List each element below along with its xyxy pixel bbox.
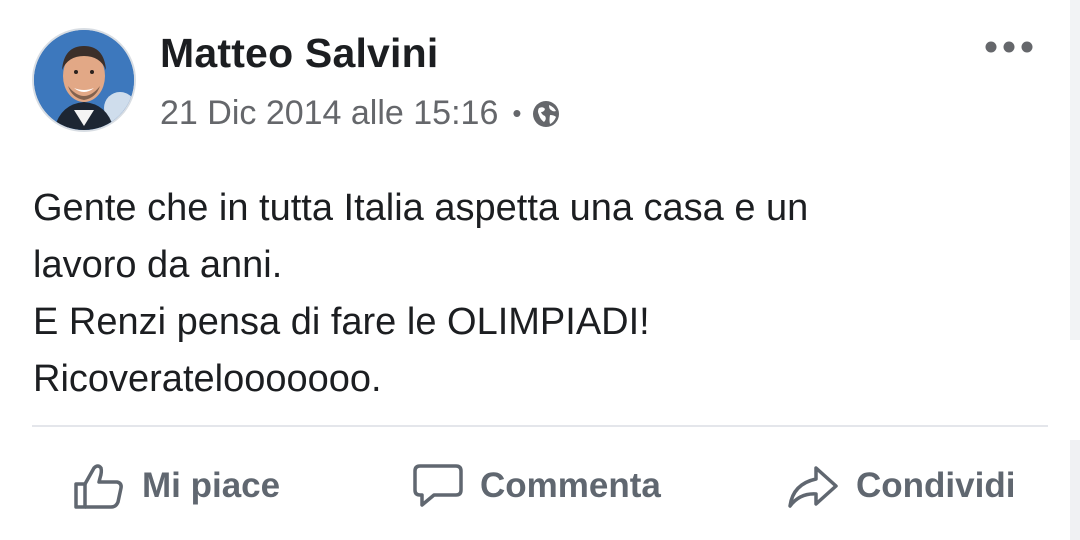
share-label: Condividi [856, 466, 1016, 505]
profile-photo [34, 30, 134, 130]
author-name[interactable]: Matteo Salvini [160, 30, 438, 77]
like-label: Mi piace [142, 466, 281, 505]
speech-bubble-icon [413, 464, 463, 507]
post-text-line: Gente che in tutta Italia aspetta una ca… [33, 187, 809, 229]
post-meta: 21 Dic 2014 alle 15:16 • [160, 94, 561, 133]
comment-button[interactable]: Commenta [412, 458, 661, 514]
share-button[interactable]: Condividi [786, 458, 1015, 514]
avatar[interactable] [32, 28, 136, 132]
post-text-line: Ricoveratelooooooo. [33, 358, 382, 400]
ellipsis-icon[interactable] [984, 34, 1034, 60]
thumbs-up-icon [74, 464, 123, 509]
post-text: Gente che in tutta Italia aspetta una ca… [33, 180, 1033, 408]
meta-separator: • [512, 98, 522, 128]
next-card-edge [1070, 440, 1080, 540]
like-button[interactable]: Mi piace [72, 458, 280, 514]
post-text-line: lavoro da anni. [33, 244, 283, 286]
globe-icon[interactable] [531, 99, 561, 129]
divider [32, 425, 1048, 427]
post-timestamp[interactable]: 21 Dic 2014 alle 15:16 [160, 94, 498, 133]
comment-label: Commenta [480, 466, 661, 505]
post-text-line: E Renzi pensa di fare le OLIMPIADI! [33, 301, 650, 343]
share-arrow-icon [788, 466, 838, 508]
facebook-post: Matteo Salvini 21 Dic 2014 alle 15:16 • … [0, 0, 1080, 540]
scrollbar-edge [1070, 0, 1080, 340]
